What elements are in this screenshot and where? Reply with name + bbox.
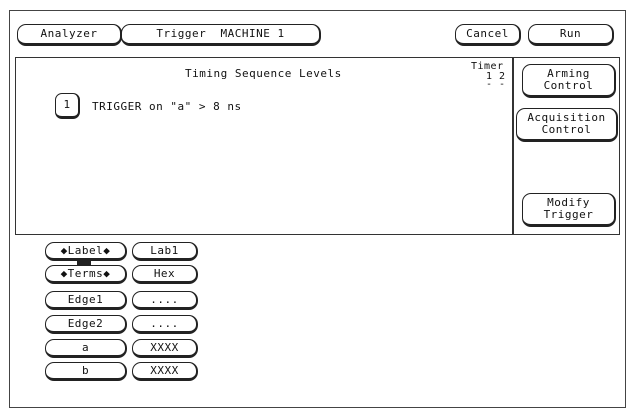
term-name-edge1[interactable]: Edge1 [45, 291, 127, 310]
sequence-title: Timing Sequence Levels [185, 67, 342, 80]
panel-divider [512, 57, 514, 235]
timer-status: - - [486, 79, 506, 90]
modify-label-line2: Trigger [543, 208, 594, 221]
base-field[interactable]: Hex [132, 265, 198, 284]
term-name-edge2[interactable]: Edge2 [45, 315, 127, 334]
modify-trigger-button[interactable]: Modify Trigger [522, 193, 616, 227]
arming-control-button[interactable]: Arming Control [522, 64, 616, 98]
acquisition-control-button[interactable]: Acquisition Control [516, 108, 618, 142]
acquisition-label-line2: Control [541, 123, 592, 136]
sequence-level-text: TRIGGER on "a" > 8 ns [92, 100, 242, 113]
sequence-level-button[interactable]: 1 [55, 93, 80, 119]
term-value-b[interactable]: XXXX [132, 362, 198, 381]
analyzer-button[interactable]: Analyzer [17, 24, 122, 46]
term-value-a[interactable]: XXXX [132, 339, 198, 358]
arming-label-line2: Control [543, 79, 594, 92]
trigger-machine-button[interactable]: Trigger MACHINE 1 [121, 24, 321, 46]
run-button[interactable]: Run [528, 24, 614, 46]
term-value-edge2[interactable]: .... [132, 315, 198, 334]
label-name-field[interactable]: Lab1 [132, 242, 198, 261]
cancel-button[interactable]: Cancel [455, 24, 521, 46]
terms-selector-button[interactable]: ◆Terms◆ [45, 265, 127, 284]
label-selector-button[interactable]: ◆Label◆ [45, 242, 127, 261]
term-value-edge1[interactable]: .... [132, 291, 198, 310]
term-name-b[interactable]: b [45, 362, 127, 381]
term-name-a[interactable]: a [45, 339, 127, 358]
